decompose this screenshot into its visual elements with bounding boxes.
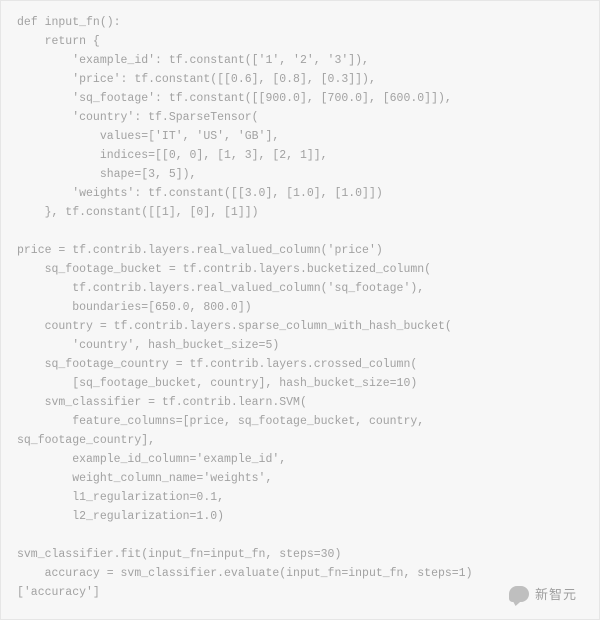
watermark-label: 新智元 bbox=[535, 584, 577, 603]
code-block: def input_fn(): return { 'example_id': t… bbox=[17, 13, 589, 602]
code-snippet-card: def input_fn(): return { 'example_id': t… bbox=[0, 0, 600, 620]
wechat-bubble-icon bbox=[509, 586, 529, 602]
watermark: 新智元 bbox=[509, 584, 577, 603]
